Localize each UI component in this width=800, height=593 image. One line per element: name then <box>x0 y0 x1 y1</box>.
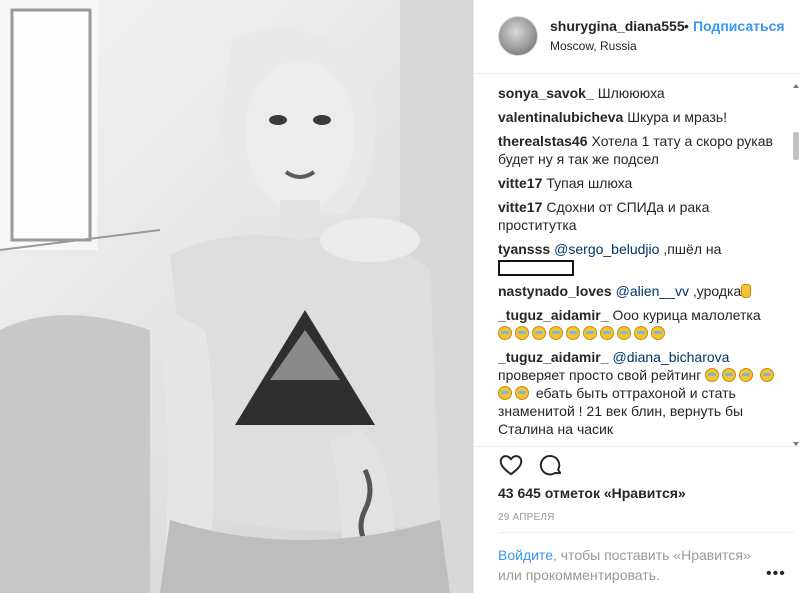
comment-text: Шлюююха <box>597 85 665 101</box>
comment-username[interactable]: _tuguz_aidamir_ <box>498 307 608 323</box>
right-eye <box>313 115 331 125</box>
grimacing-face-icon <box>600 326 614 341</box>
grimacing-face-icon <box>515 386 529 401</box>
grimacing-face-icon <box>549 326 563 341</box>
comments-scrollbar[interactable] <box>793 84 800 446</box>
footer-divider <box>498 532 794 533</box>
photo-artwork <box>0 0 473 593</box>
comment: tyansss @sergo_beludjio ,пшёл на <box>498 240 788 277</box>
grimacing-face-icon <box>515 326 529 341</box>
comment: nastynado_loves @alien__vv ,уродка <box>498 282 788 300</box>
avatar[interactable] <box>498 16 538 56</box>
comment-text: Ооо курица малолетка <box>612 307 761 324</box>
face <box>245 60 355 210</box>
post-sidebar: shurygina_diana555 • Подписаться Moscow,… <box>474 0 800 593</box>
grimacing-face-icon <box>498 386 512 401</box>
comment-username[interactable]: valentinalubicheva <box>498 109 623 125</box>
comment: _tuguz_aidamir_ Ооо курица малолетка <box>498 306 788 342</box>
comment-username[interactable]: vitte17 <box>498 175 542 191</box>
couch <box>0 315 150 593</box>
comment: _tuguz_aidamir_ @diana_bicharova проверяе… <box>498 348 788 438</box>
follow-button[interactable]: Подписаться <box>693 18 785 34</box>
grimacing-face-icon <box>566 326 580 341</box>
comment-username[interactable]: vitte17 <box>498 199 542 215</box>
grimacing-face-icon <box>760 368 775 383</box>
post-photo <box>0 0 473 593</box>
left-arm <box>150 300 214 560</box>
username[interactable]: shurygina_diana555 <box>550 18 685 34</box>
post-header: shurygina_diana555 • Подписаться Moscow,… <box>474 0 800 74</box>
header-separator: • <box>684 18 689 34</box>
middle-finger-icon <box>741 284 752 299</box>
comment-button[interactable] <box>538 452 564 478</box>
post-date: 29 АПРЕЛЯ <box>498 512 555 523</box>
grimacing-face-icon <box>739 368 754 383</box>
like-button[interactable] <box>498 452 524 478</box>
login-link[interactable]: Войдите <box>498 547 553 563</box>
scroll-up-icon[interactable] <box>793 84 799 88</box>
left-eye <box>269 115 287 125</box>
comment-text: ,уродка <box>692 283 742 300</box>
comment-mention[interactable]: @diana_bicharova <box>612 349 729 365</box>
grimacing-face-icon <box>634 326 648 341</box>
comment-text: Тупая шлюха <box>546 175 633 191</box>
grimacing-face-icon <box>617 326 631 341</box>
comment-mention[interactable]: @alien__vv <box>616 283 689 299</box>
grimacing-face-icon <box>705 368 720 383</box>
comment-text: ,пшёл на <box>663 241 722 257</box>
location-link[interactable]: Moscow, Russia <box>550 39 637 53</box>
grimacing-face-icon <box>532 326 546 341</box>
neck <box>280 200 320 240</box>
scrollbar-thumb[interactable] <box>793 132 799 160</box>
redaction-box <box>498 260 574 277</box>
actions-divider <box>474 446 800 447</box>
grimacing-face-icon <box>722 368 737 383</box>
comment: valentinalubicheva Шкура и мразь! <box>498 108 788 126</box>
comment-text: проверяет просто свой рейтинг <box>498 367 702 384</box>
comment-text: ебать быть оттрахоной и стать знаменитой… <box>498 385 744 438</box>
window-pane <box>10 8 92 242</box>
more-options-button[interactable]: ••• <box>766 565 786 583</box>
grimacing-face-icon <box>651 326 665 341</box>
bare-shoulder <box>320 218 420 262</box>
comment-text: Шкура и мразь! <box>627 109 728 125</box>
pants <box>160 520 450 593</box>
grimacing-face-icon <box>498 326 512 341</box>
comment-username[interactable]: _tuguz_aidamir_ <box>498 349 608 365</box>
comment: sonya_savok_ Шлюююха <box>498 84 788 102</box>
comment-username[interactable]: nastynado_loves <box>498 283 612 299</box>
comments-list[interactable]: sonya_savok_ Шлюююха valentinalubicheva Шк… <box>498 84 788 446</box>
comment-username[interactable]: therealstas46 <box>498 133 588 149</box>
speech-bubble-icon <box>539 455 562 476</box>
comment: vitte17 Тупая шлюха <box>498 174 788 192</box>
emoji-row <box>498 325 668 341</box>
comment: therealstas46 Хотела 1 тату а скоро рукав… <box>498 132 788 168</box>
comment-mention[interactable]: @sergo_beludjio <box>554 241 659 257</box>
comment-username[interactable]: tyansss <box>498 241 550 257</box>
login-prompt: Войдите, чтобы поставить «Нравится» или … <box>498 545 768 585</box>
likes-count[interactable]: 43 645 отметок «Нравится» <box>498 485 686 501</box>
comment: vitte17 Сдохни от СПИДа и рака проститутк… <box>498 198 788 234</box>
heart-outline-icon <box>499 455 523 476</box>
comment-username[interactable]: sonya_savok_ <box>498 85 594 101</box>
grimacing-face-icon <box>583 326 597 341</box>
